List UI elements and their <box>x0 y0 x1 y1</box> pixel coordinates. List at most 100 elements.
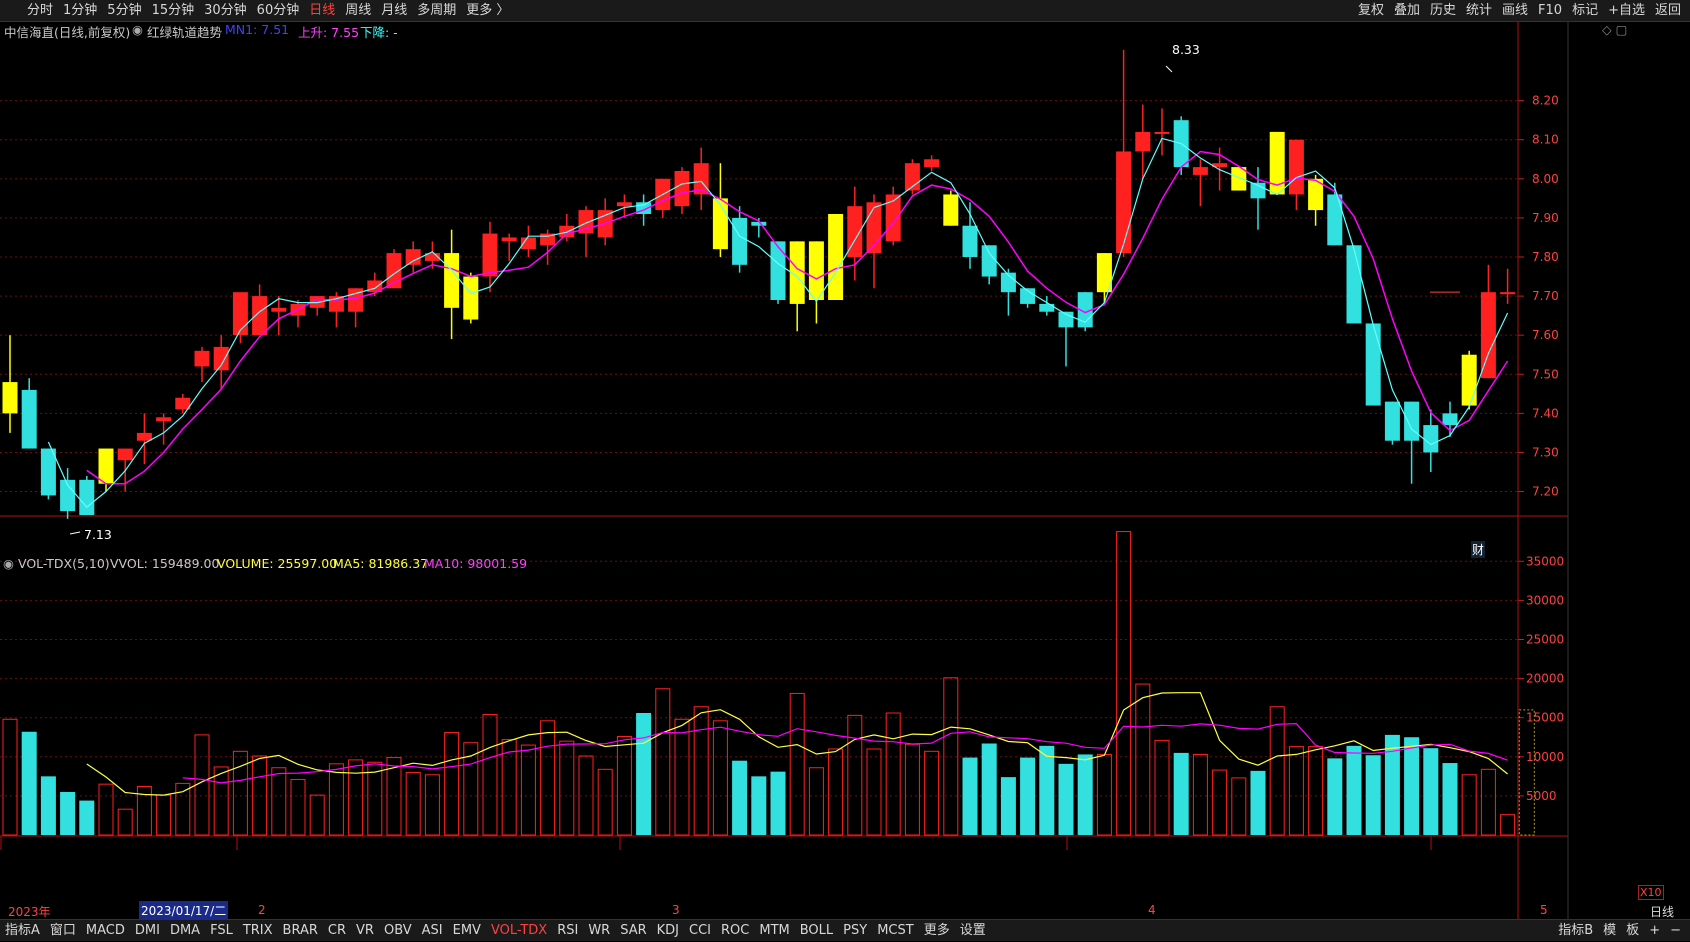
toolbar-right: 复权 叠加 历史 统计 画线 F10 标记 +自选 返回 <box>1353 0 1686 22</box>
indicator-tab-23[interactable]: MCST <box>872 920 919 942</box>
price-tick-label: 7.30 <box>1532 445 1559 459</box>
volume-bar <box>40 776 56 835</box>
indicator-tab-8[interactable]: CR <box>323 920 351 942</box>
indicator-right-button-4[interactable]: − <box>1665 920 1686 942</box>
volume-tick-label: 35000 <box>1526 554 1564 568</box>
candle-body <box>962 225 978 257</box>
candle-body <box>1327 194 1343 246</box>
volume-bar <box>540 720 556 836</box>
toolbar-button-3[interactable]: 统计 <box>1461 0 1497 22</box>
volume-bar <box>405 771 421 836</box>
indicator-tab-2[interactable]: MACD <box>81 920 130 942</box>
volume-bar <box>847 714 863 836</box>
volume-bar <box>79 800 95 835</box>
volume-bar <box>213 766 229 836</box>
indicator-tab-22[interactable]: PSY <box>838 920 872 942</box>
candle-body <box>194 350 210 367</box>
ma10-value: MA10: 98001.59 <box>424 556 528 571</box>
indicator-tab-0[interactable]: 指标A <box>0 920 45 942</box>
finance-badge[interactable]: 财 <box>1471 541 1486 558</box>
indicator-tab-18[interactable]: CCI <box>684 920 716 942</box>
indicator-tab-25[interactable]: 设置 <box>955 920 991 942</box>
volume-bar <box>367 761 383 836</box>
period-tab-7[interactable]: 周线 <box>340 0 376 22</box>
period-tab-9[interactable]: 多周期 <box>412 0 461 22</box>
period-tab-2[interactable]: 5分钟 <box>102 0 146 22</box>
period-tab-10[interactable]: 更多 〉 <box>461 0 514 22</box>
indicator-tab-24[interactable]: 更多 <box>919 920 955 942</box>
toolbar-button-5[interactable]: F10 <box>1533 0 1567 22</box>
indicator-tab-21[interactable]: BOLL <box>795 920 838 942</box>
candle-body <box>1346 245 1362 324</box>
period-tab-6[interactable]: 日线 <box>304 0 340 22</box>
indicator-tab-4[interactable]: DMA <box>165 920 205 942</box>
toolbar-button-7[interactable]: +自选 <box>1603 0 1650 22</box>
indicator-right-button-2[interactable]: 板 <box>1621 920 1644 942</box>
candle-body <box>1404 401 1420 441</box>
volume-bar <box>789 692 805 836</box>
high-marker: 8.33 <box>1172 42 1200 57</box>
indicator-tabs-right: 指标B 模板 + − <box>1553 920 1686 942</box>
indicator-tab-13[interactable]: VOL-TDX <box>486 920 552 942</box>
indicator-tab-14[interactable]: RSI <box>552 920 583 942</box>
candle-body <box>924 159 940 168</box>
volume-bar <box>962 757 978 835</box>
toolbar-button-4[interactable]: 画线 <box>1497 0 1533 22</box>
indicator-tab-10[interactable]: OBV <box>379 920 417 942</box>
volume-value: VOLUME: 25597.00 <box>217 556 338 571</box>
indicator-right-button-0[interactable]: 指标B <box>1553 920 1598 942</box>
high-arrow <box>1165 65 1173 73</box>
toolbar-button-6[interactable]: 标记 <box>1567 0 1603 22</box>
candle-body <box>1135 131 1151 152</box>
indicator-tab-3[interactable]: DMI <box>130 920 165 942</box>
indicator-right-button-1[interactable]: 模 <box>1598 920 1621 942</box>
period-tab-5[interactable]: 60分钟 <box>252 0 305 22</box>
indicator-tab-9[interactable]: VR <box>351 920 379 942</box>
toolbar-button-2[interactable]: 历史 <box>1425 0 1461 22</box>
indicator-dot-icon[interactable]: ◉ <box>132 22 143 37</box>
volume-bar <box>98 783 114 836</box>
volume-bar <box>1423 748 1439 835</box>
low-arrow <box>69 531 81 535</box>
indicator-tab-6[interactable]: TRIX <box>238 920 278 942</box>
candle-body <box>405 249 421 265</box>
volume-bar <box>924 750 940 836</box>
period-tab-3[interactable]: 15分钟 <box>147 0 200 22</box>
indicator-tab-19[interactable]: ROC <box>716 920 754 942</box>
indicator-name[interactable]: 红绿轨道趋势 <box>147 22 222 41</box>
indicator-tab-17[interactable]: KDJ <box>652 920 684 942</box>
volume-tick-label: 5000 <box>1526 789 1557 803</box>
panel-option-icon[interactable]: ◇ ▢ <box>1602 22 1627 37</box>
period-tab-0[interactable]: 分时 <box>22 0 58 22</box>
candle-body <box>1384 401 1400 441</box>
indicator-tab-16[interactable]: SAR <box>615 920 651 942</box>
period-tab-4[interactable]: 30分钟 <box>199 0 252 22</box>
candle-body <box>1442 413 1458 426</box>
indicator-tab-12[interactable]: EMV <box>448 920 486 942</box>
indicator-tab-1[interactable]: 窗口 <box>45 920 81 942</box>
kline-chart[interactable]: 8.20 8.10 8.00 7.90 7.80 7.70 7.60 7.50 7.40 7.30… <box>0 22 1690 919</box>
price-tick-label: 8.10 <box>1532 133 1559 147</box>
toolbar-button-1[interactable]: 叠加 <box>1389 0 1425 22</box>
period-tab-1[interactable]: 1分钟 <box>58 0 102 22</box>
vol-indicator-name[interactable]: VOL-TDX(5,10) <box>18 556 110 571</box>
price-tick-label: 7.50 <box>1532 367 1559 381</box>
indicator-tab-20[interactable]: MTM <box>754 920 794 942</box>
indicator-tab-15[interactable]: WR <box>583 920 615 942</box>
indicator-tab-5[interactable]: FSL <box>205 920 238 942</box>
volume-bar <box>2 718 18 836</box>
trend-line-down <box>47 137 1509 509</box>
candle-body <box>732 217 748 265</box>
indicator-tab-11[interactable]: ASI <box>417 920 448 942</box>
toolbar-button-0[interactable]: 复权 <box>1353 0 1389 22</box>
volume-tick-label: 20000 <box>1526 672 1564 686</box>
candle-body <box>1192 167 1208 175</box>
toolbar-button-8[interactable]: 返回 <box>1650 0 1686 22</box>
indicator-right-button-3[interactable]: + <box>1644 920 1665 942</box>
vol-dot-icon[interactable]: ◉ <box>3 556 14 571</box>
volume-bar <box>482 714 498 836</box>
indicator-tab-7[interactable]: BRAR <box>278 920 323 942</box>
volume-bar <box>712 720 728 836</box>
candle-body <box>232 292 248 336</box>
period-tab-8[interactable]: 月线 <box>376 0 412 22</box>
